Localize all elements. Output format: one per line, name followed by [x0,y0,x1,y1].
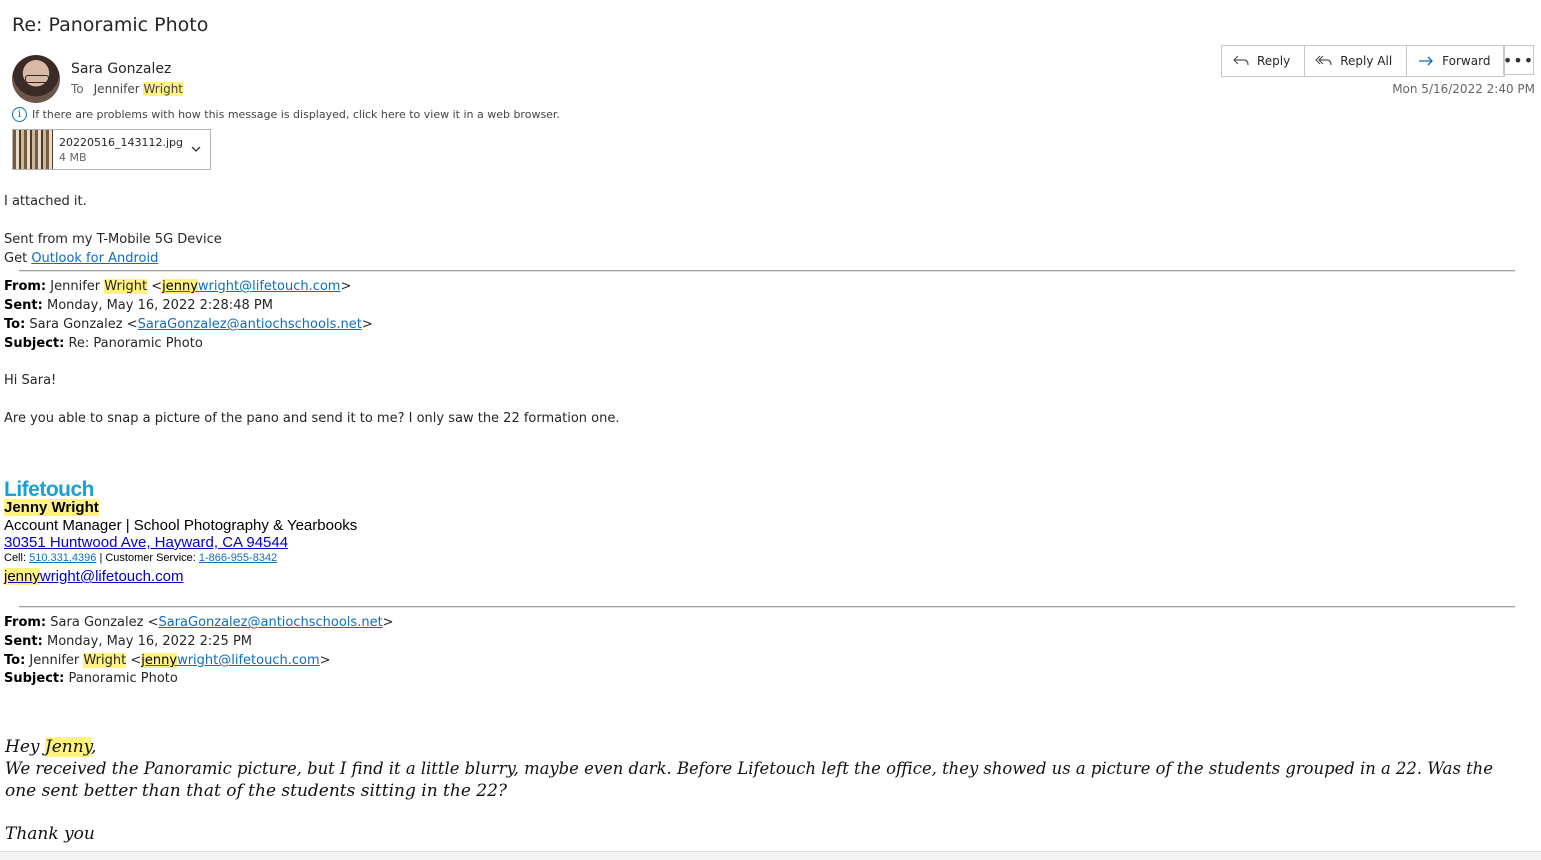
forward-label: Forward [1442,54,1491,68]
from-first: Jennifer [50,279,101,294]
forward-button[interactable]: Forward [1407,46,1504,76]
get-label: Get [4,251,28,266]
customer-service-link[interactable]: 1-866-955-8342 [199,552,277,564]
reply-icon [1233,55,1249,66]
cell-link[interactable]: 510.331.4396 [29,552,96,564]
from-last: Wright [104,279,148,294]
from-email-rest: wright@lifetouch.com [197,279,341,294]
reply-label: Reply [1257,54,1291,68]
reply-all-icon [1315,55,1332,66]
info-bar[interactable]: i If there are problems with how this me… [12,107,560,122]
reply1-to: To: Sara Gonzalez <SaraGonzalez@antiochs… [4,317,373,332]
attachment-card[interactable]: 20220516_143112.jpg 4 MB [12,129,211,170]
attachment-name: 20220516_143112.jpg [59,136,183,149]
get-outlook-line: Get Outlook for Android [4,251,158,266]
address-link[interactable]: 30351 Huntwood Ave, Hayward, CA 94544 [4,534,288,551]
from-email-link[interactable]: jennywright@lifetouch.com [162,279,340,294]
to-label: To: [4,317,26,332]
signature-name-text: Jenny Wright [4,499,99,516]
from-name: Sara Gonzalez [50,615,144,630]
sent-value: Monday, May 16, 2022 2:25 PM [47,634,252,649]
cs-label: | Customer Service: [99,552,196,564]
greeting-name: Jenny [44,737,92,757]
signature-email-link[interactable]: jennywright@lifetouch.com [4,568,183,585]
sender-name[interactable]: Sara Gonzalez [71,61,171,77]
reply2-thanks: Thank you [5,824,95,844]
from-email-highlight: jenny [162,279,198,294]
reply-button[interactable]: Reply [1222,46,1306,76]
from-label: From: [4,279,47,294]
signature-email: jennywright@lifetouch.com [4,568,183,585]
signature-title: Account Manager | School Photography & Y… [4,517,358,534]
reply2-sent: Sent: Monday, May 16, 2022 2:25 PM [4,634,252,649]
outlook-android-link[interactable]: Outlook for Android [31,251,158,266]
to-email-rest: wright@lifetouch.com [177,653,320,668]
reply1-from: From: Jennifer Wright <jennywright@lifet… [4,279,352,294]
from-email-link[interactable]: SaraGonzalez@antiochschools.net [158,615,382,630]
sent-label: Sent: [4,634,43,649]
reply2-subject: Subject: Panoramic Photo [4,671,178,686]
to-label: To: [4,653,26,668]
subject-value: Panoramic Photo [68,671,178,686]
signature-phones: Cell: 510.331.4396 | Customer Service: 1… [4,552,277,564]
to-email-highlight: jenny [141,653,178,668]
reply1-subject: Subject: Re: Panoramic Photo [4,336,203,351]
reply2-from: From: Sara Gonzalez <SaraGonzalez@antioc… [4,615,394,630]
subject-label: Subject: [4,671,65,686]
signature-email-highlight: jenny [4,568,40,585]
sender-avatar[interactable] [12,55,60,103]
attachment-thumbnail [13,130,53,169]
signature-address: 30351 Huntwood Ave, Hayward, CA 94544 [4,534,288,551]
message-actions: Reply Reply All Forward [1221,45,1506,77]
reply2-line1: We received the Panoramic picture, but I… [5,759,1493,778]
sent-from-line: Sent from my T-Mobile 5G Device [4,232,222,247]
info-bar-text: If there are problems with how this mess… [32,108,560,121]
reply-all-label: Reply All [1340,54,1393,68]
chevron-down-icon [191,146,201,152]
to-first: Jennifer [29,653,80,668]
reply1-text: Are you able to snap a picture of the pa… [4,411,620,426]
message-date: Mon 5/16/2022 2:40 PM [1392,82,1535,96]
sent-value: Monday, May 16, 2022 2:28:48 PM [47,298,273,313]
greeting-pre: Hey [5,737,40,757]
more-actions-button[interactable]: ••• [1503,45,1534,75]
message-subject: Re: Panoramic Photo [12,14,209,36]
recipient-last-name[interactable]: Wright [143,82,184,96]
reply1-sent: Sent: Monday, May 16, 2022 2:28:48 PM [4,298,273,313]
sent-label: Sent: [4,298,43,313]
to-name: Sara Gonzalez [29,317,123,332]
to-email-link[interactable]: SaraGonzalez@antiochschools.net [138,317,362,332]
recipient-line: To Jennifer Wright [71,82,184,96]
signature-name: Jenny Wright [4,499,99,516]
reply2-greeting: Hey Jenny, [5,737,97,757]
divider [19,270,1515,272]
subject-label: Subject: [4,336,65,351]
to-label: To [71,82,84,96]
body-line: I attached it. [4,194,87,209]
reply-all-button[interactable]: Reply All [1305,46,1408,76]
reply2-to: To: Jennifer Wright <jennywright@lifetou… [4,653,331,668]
to-last: Wright [83,653,127,668]
signature-email-rest: wright@lifetouch.com [39,568,184,585]
to-email-link[interactable]: jennywright@lifetouch.com [141,653,320,668]
reply2-line2: one sent better than that of the student… [5,781,508,801]
reply1-greeting: Hi Sara! [4,373,57,388]
subject-value: Re: Panoramic Photo [68,336,203,351]
cell-label: Cell: [4,552,27,564]
forward-arrow-icon [1419,56,1434,66]
from-label: From: [4,615,47,630]
recipient-first-name[interactable]: Jennifer [94,82,140,96]
divider [19,606,1515,608]
attachment-size: 4 MB [59,151,87,164]
info-icon: i [12,107,27,122]
